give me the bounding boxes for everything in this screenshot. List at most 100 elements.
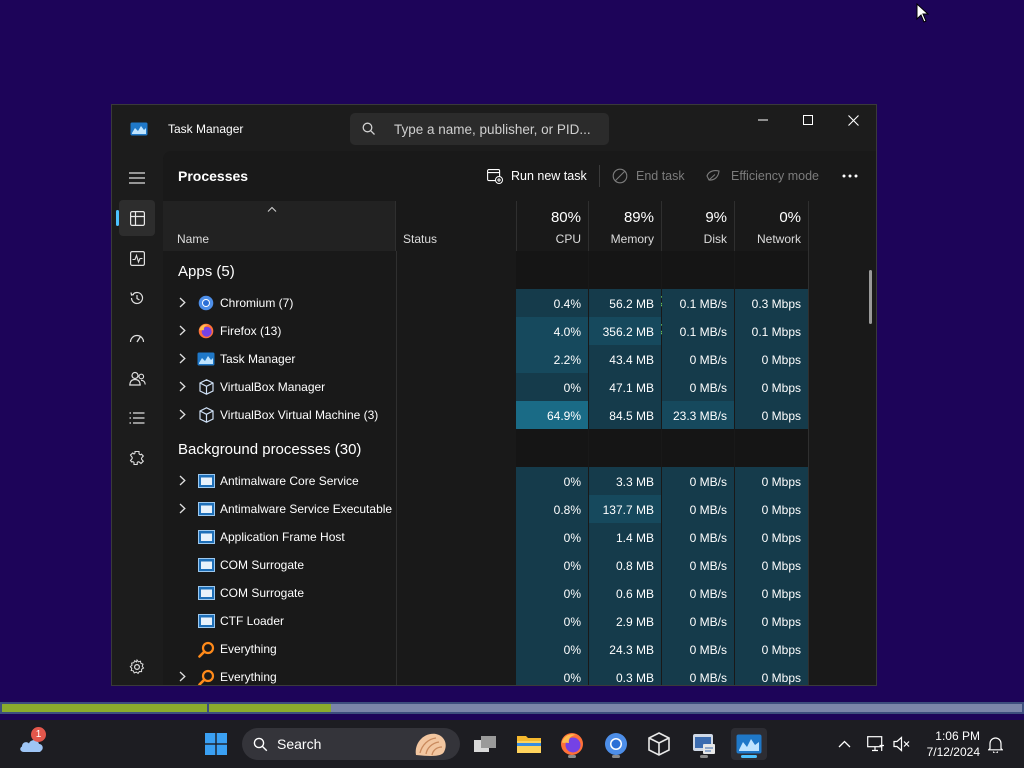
more-icon [842, 174, 858, 178]
disk-cell: 0 MB/s [662, 495, 734, 523]
taskbar-app-chromium[interactable] [598, 728, 634, 760]
cpu-cell: 0% [516, 579, 588, 607]
search-box[interactable] [350, 113, 609, 145]
service-window-icon [197, 472, 215, 490]
cpu-cell: 4.0% [516, 317, 588, 345]
column-header-cpu[interactable]: 80% CPU [516, 201, 589, 251]
cpu-cell: 0% [516, 663, 588, 685]
expand-chevron-icon[interactable] [179, 409, 186, 423]
memory-cell: 0.8 MB [589, 551, 661, 579]
users-icon [128, 371, 146, 386]
task-manager-icon [130, 122, 148, 136]
nav-menu-button[interactable] [119, 160, 155, 196]
running-indicator [612, 755, 620, 758]
notifications-button[interactable] [980, 728, 1010, 760]
column-header-status[interactable]: Status [396, 201, 517, 251]
expand-chevron-icon[interactable] [179, 671, 186, 685]
firefox-icon [197, 322, 215, 340]
network-cell: 0 Mbps [735, 345, 808, 373]
taskbar-app-virtualbox[interactable] [641, 728, 677, 760]
expand-chevron-icon[interactable] [179, 353, 186, 367]
expand-chevron-icon[interactable] [179, 475, 186, 489]
nav-users[interactable] [119, 360, 155, 396]
close-button[interactable] [830, 105, 876, 135]
vertical-scrollbar[interactable] [869, 270, 872, 324]
taskbar-clock[interactable]: 1:06 PM 7/12/2024 [920, 728, 980, 760]
column-header-name[interactable]: Name [163, 201, 396, 251]
process-row[interactable]: Everything 0% 24.3 MB 0 MB/s 0 Mbps [163, 635, 876, 663]
process-row[interactable]: Application Frame Host 0% 1.4 MB 0 MB/s 0 Mb… [163, 523, 876, 551]
search-input[interactable] [394, 113, 599, 145]
taskbar-app-firefox[interactable] [554, 728, 590, 760]
taskbar-app-virtualbox-vm[interactable] [686, 728, 722, 760]
window-title: Task Manager [168, 122, 244, 136]
network-cell: 0 Mbps [735, 579, 808, 607]
cpu-cell: 0% [516, 467, 588, 495]
run-new-task-label: Run new task [511, 169, 587, 183]
volume-button[interactable] [888, 728, 916, 760]
process-row[interactable]: VirtualBox Virtual Machine (3) 64.9% 84.5 … [163, 401, 876, 429]
process-name: VirtualBox Virtual Machine (3) [220, 408, 379, 422]
process-row[interactable]: Task Manager 2.2% 43.4 MB 0 MB/s 0 Mbps [163, 345, 876, 373]
page-title: Processes [178, 168, 249, 184]
process-row[interactable]: COM Surrogate 0% 0.8 MB 0 MB/s 0 Mbps [163, 551, 876, 579]
clock-date: 7/12/2024 [926, 745, 980, 759]
start-button[interactable] [198, 728, 234, 760]
network-status-button[interactable] [861, 728, 891, 760]
process-row[interactable]: Antimalware Service Executable 0.8% 137.7 … [163, 495, 876, 523]
minimize-button[interactable] [740, 105, 786, 135]
minimize-icon [758, 119, 768, 121]
nav-performance[interactable] [119, 240, 155, 276]
process-name: Task Manager [220, 352, 296, 366]
expand-chevron-icon[interactable] [179, 325, 186, 339]
nav-settings[interactable] [119, 649, 155, 685]
memory-cell: 56.2 MB [589, 289, 661, 317]
taskbar-search[interactable]: Search [242, 728, 460, 760]
process-row[interactable]: Everything 0% 0.3 MB 0 MB/s 0 Mbps [163, 663, 876, 685]
network-cell: 0 Mbps [735, 373, 808, 401]
group-header-apps[interactable]: Apps (5) [163, 251, 876, 289]
memory-cell: 43.4 MB [589, 345, 661, 373]
process-row[interactable]: COM Surrogate 0% 0.6 MB 0 MB/s 0 Mbps [163, 579, 876, 607]
efficiency-mode-label: Efficiency mode [731, 169, 820, 183]
nav-startup-apps[interactable] [119, 320, 155, 356]
efficiency-mode-button[interactable]: Efficiency mode [706, 166, 819, 186]
expand-chevron-icon[interactable] [179, 503, 186, 517]
nav-services[interactable] [119, 440, 155, 476]
column-header-network[interactable]: 0% Network [735, 201, 809, 251]
disk-cell: 0 MB/s [662, 345, 734, 373]
maximize-button[interactable] [785, 105, 831, 135]
group-header-background-processes[interactable]: Background processes (30) [163, 429, 876, 467]
column-header-disk[interactable]: 9% Disk [662, 201, 735, 251]
end-task-icon [612, 168, 628, 184]
process-row[interactable]: VirtualBox Manager 0% 47.1 MB 0 MB/s 0 Mbps [163, 373, 876, 401]
taskbar-app-file-explorer[interactable] [511, 728, 547, 760]
nav-details[interactable] [119, 400, 155, 436]
network-total-percent: 0% [779, 209, 801, 226]
end-task-button[interactable]: End task [612, 166, 685, 186]
taskbar: Search [0, 720, 1024, 768]
run-new-task-button[interactable]: Run new task [487, 166, 587, 186]
column-header-memory[interactable]: 89% Memory [589, 201, 662, 251]
cpu-cell: 64.9% [516, 401, 588, 429]
expand-chevron-icon[interactable] [179, 381, 186, 395]
show-hidden-icons-button[interactable] [827, 728, 861, 760]
column-label-status: Status [403, 232, 438, 246]
taskbar-app-task-manager[interactable] [731, 728, 767, 760]
process-row[interactable]: CTF Loader 0% 2.9 MB 0 MB/s 0 Mbps [163, 607, 876, 635]
chromium-icon [605, 733, 627, 755]
navigation-sidebar [112, 151, 162, 685]
title-bar[interactable]: Task Manager [112, 105, 876, 151]
process-row[interactable]: Chromium (7) 0.4% 56.2 MB 0.1 MB/s 0.3 Mbps [163, 289, 876, 317]
task-view-button[interactable] [467, 728, 503, 760]
nav-app-history[interactable] [119, 280, 155, 316]
process-row[interactable]: Antimalware Core Service 0% 3.3 MB 0 MB/s 0 … [163, 467, 876, 495]
service-window-icon [197, 500, 215, 518]
expand-chevron-icon[interactable] [179, 297, 186, 311]
disk-total-percent: 9% [705, 209, 727, 226]
process-name: Chromium (7) [220, 296, 294, 310]
process-row[interactable]: Firefox (13) 4.0% 356.2 MB 0.1 MB/s 0.1 Mbps [163, 317, 876, 345]
nav-processes[interactable] [119, 200, 155, 236]
cpu-total-percent: 80% [550, 209, 581, 226]
more-options-button[interactable] [842, 166, 858, 186]
